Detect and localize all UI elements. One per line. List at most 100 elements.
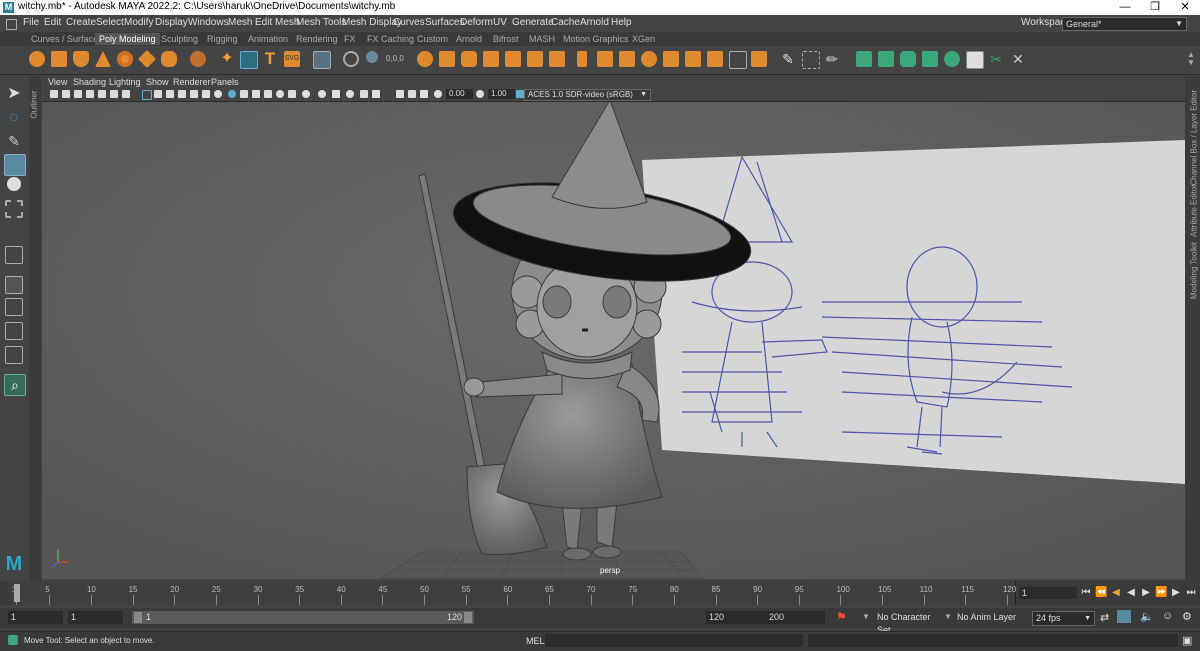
tab-animation[interactable]: Animation [244,33,292,45]
select-box-icon[interactable] [802,51,820,69]
shelf-scroll-icon[interactable]: ▲ ▼ [1187,51,1195,67]
bevel-icon[interactable] [597,51,613,67]
isolate-select-icon[interactable] [228,90,236,98]
menu-edit[interactable]: Edit [44,17,61,28]
coordinate-icon[interactable]: 0,0,0 [386,51,404,67]
automatic-map-icon[interactable] [944,51,960,67]
anim-layer-dropdown[interactable]: No Anim Layer [954,611,1027,624]
offset-edge-icon[interactable] [751,51,767,67]
playback-start-field[interactable]: 1 [68,611,123,624]
smooth-icon[interactable] [461,51,477,67]
menu-windows[interactable]: Windows [188,17,229,28]
spherical-map-icon[interactable] [922,51,938,67]
panel-menu-panels[interactable]: Panels [211,77,239,87]
menu-arnold[interactable]: Arnold [580,17,609,28]
end-time-field[interactable]: 200 [766,611,825,624]
menu-cache[interactable]: Cache [551,17,580,28]
textured-icon[interactable] [178,90,186,98]
tab-modeling-toolkit[interactable]: Modeling Toolkit [1190,226,1199,316]
boolean-icon[interactable] [483,51,499,67]
poly-sphere-icon[interactable] [29,51,45,67]
render-view-icon[interactable] [396,90,404,98]
grid-icon[interactable] [98,90,106,98]
poly-disc-icon[interactable] [161,51,177,67]
cut-uv-icon[interactable]: ✂ [988,51,1004,67]
panel-menu-lighting[interactable]: Lighting [109,77,141,87]
antialias-icon[interactable] [252,90,260,98]
poly-cone-icon[interactable] [95,51,111,67]
menu-select[interactable]: Select [96,17,124,28]
image-plane-icon[interactable] [86,90,94,98]
shade-all-icon[interactable] [302,90,310,98]
xray-icon[interactable] [214,90,222,98]
range-end-handle[interactable] [464,612,472,623]
insert-edge-loop-icon[interactable] [729,51,747,69]
four-view-icon[interactable] [5,276,23,294]
tab-poly-modeling[interactable]: Poly Modeling [95,33,160,45]
minimize-button[interactable]: — [1110,0,1140,15]
poly-cylinder-icon[interactable] [73,51,89,67]
tab-custom[interactable]: Custom [413,33,452,45]
sound-icon[interactable]: 🔈 [1140,610,1154,623]
fill-hole-icon[interactable] [549,51,565,67]
workspace-dropdown[interactable]: General* ▼ [1062,17,1187,31]
select-tool-icon[interactable]: ➤ [4,84,24,104]
poly-torus-icon[interactable] [117,51,133,67]
tab-rendering[interactable]: Rendering [292,33,342,45]
range-bar[interactable]: 1 120 [132,611,474,624]
color-management-icon[interactable] [346,90,354,98]
resolution-gate-icon[interactable] [122,90,130,98]
start-time-field[interactable]: 1 [8,611,63,624]
tab-bifrost[interactable]: Bifrost [489,33,523,45]
cylindrical-map-icon[interactable] [900,51,916,67]
camera-icon[interactable] [50,90,58,98]
checker-icon[interactable] [966,51,984,69]
hud-icon[interactable] [288,90,296,98]
film-gate-icon[interactable] [110,90,118,98]
menu-create[interactable]: Create [66,17,96,28]
svg-tool-icon[interactable]: SVG [284,51,300,67]
fps-dropdown[interactable]: 24 fps ▼ [1032,611,1095,626]
color-space-dropdown[interactable]: ACES 1.0 SDR-video (sRGB) ▼ [524,89,651,101]
menu-modify[interactable]: Modify [124,17,153,28]
tab-fx-caching[interactable]: FX Caching [363,33,418,45]
panel-menu-shading[interactable]: Shading [73,77,106,87]
tab-mash[interactable]: MASH [525,33,559,45]
exposure-field[interactable]: 0.00 [446,89,473,99]
motion-blur-icon[interactable] [276,90,284,98]
bridge-icon[interactable] [619,51,635,67]
view-transform-icon[interactable] [516,90,524,98]
panel-menu-view[interactable]: View [48,77,67,87]
move-tool-icon[interactable] [4,154,26,176]
persp-graph-icon[interactable] [5,322,23,340]
menu-file[interactable]: File [23,17,39,28]
menu-generate[interactable]: Generate [512,17,554,28]
step-back-frame-icon[interactable]: ◀ [1110,587,1122,599]
auto-key-icon[interactable]: ⚑ [836,610,847,624]
shadows-icon[interactable] [202,90,210,98]
character-set-dropdown[interactable]: No Character Set [874,611,945,635]
play-forward-icon[interactable]: ▶ [1140,587,1152,599]
lights-icon[interactable] [190,90,198,98]
persp-outliner-icon[interactable] [5,298,23,316]
scale-tool-icon[interactable] [5,200,23,218]
menu-mesh[interactable]: Mesh [228,17,252,28]
mirror-icon[interactable] [505,51,521,67]
go-to-start-icon[interactable]: ⏮ [1080,587,1092,599]
step-forward-frame-icon[interactable]: ▶ [1170,587,1182,599]
camera-attr-icon[interactable] [62,90,70,98]
menu-display[interactable]: Display [155,17,188,28]
panel-menu-renderer[interactable]: Renderer [173,77,211,87]
rotate-tool-icon[interactable] [7,177,21,191]
timeline-ticks[interactable]: 1510152025303540455055606570758085909510… [10,581,1016,605]
poly-cube-icon[interactable] [51,51,67,67]
go-to-end-icon[interactable]: ⏭ [1185,587,1197,599]
platonic-solid-icon[interactable] [190,51,206,67]
loop-icon[interactable]: ⇄ [1100,611,1109,624]
gamma-icon[interactable] [476,90,484,98]
target-weld-icon[interactable] [685,51,701,67]
tab-fx[interactable]: FX [340,33,360,45]
sculpt-brush-icon[interactable]: ✎ [780,51,796,67]
step-back-key-icon[interactable]: ⏪ [1095,587,1107,599]
outliner-layout-icon[interactable] [5,346,23,364]
